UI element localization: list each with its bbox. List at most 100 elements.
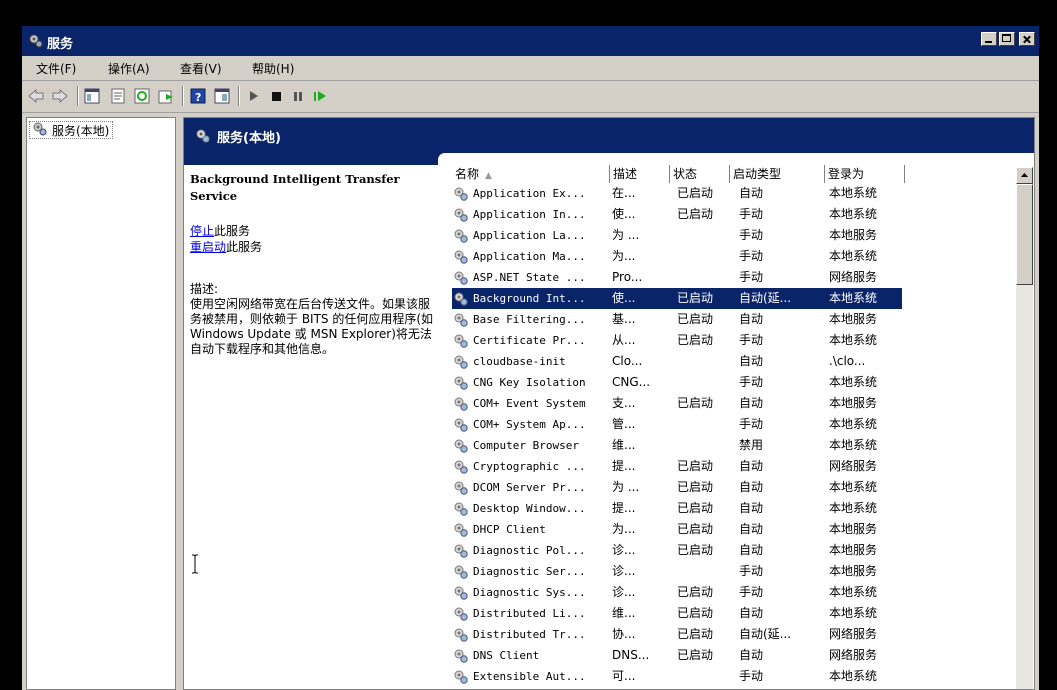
export-list-icon[interactable] [158,88,174,104]
scrollbar-thumb[interactable] [1016,184,1033,285]
service-startup-type: 手动 [739,207,764,221]
table-row[interactable]: Diagnostic Ser... 诊... 手动 本地服务 [452,561,902,582]
selected-service-title: Background Intelligent Transfer Service [190,172,400,203]
service-status: 已启动 [677,312,714,326]
service-description: CNG... [612,375,651,389]
column-header-status[interactable]: 状态 [670,165,730,183]
properties-icon[interactable] [110,88,126,104]
stop-service-icon[interactable] [268,88,284,104]
description-text: 使用空闲网络带宽在后台传送文件。如果该服务被禁用，则依赖于 BITS 的任何应用… [190,297,434,356]
column-header-logon-as[interactable]: 登录为 [825,165,905,183]
table-row[interactable]: DHCP Client 为... 已启动 自动 本地服务 [452,519,902,540]
service-logon-as: 本地系统 [829,501,878,515]
services-window: 服务 文件(F) 操作(A) 查看(V) 帮助(H) ? 服务(本地) 服务(本… [22,26,1039,690]
service-status: 已启动 [677,627,714,641]
table-row[interactable]: Diagnostic Sys... 诊... 已启动 手动 本地系统 [452,582,902,603]
vertical-scrollbar[interactable] [1016,167,1033,689]
stop-service-link[interactable]: 停止 [190,224,214,238]
close-button[interactable] [1019,32,1035,46]
refresh-icon[interactable] [134,88,150,104]
table-row[interactable]: Computer Browser 维... 禁用 本地系统 [452,435,902,456]
table-row[interactable]: Desktop Window... 提... 已启动 自动 本地系统 [452,498,902,519]
back-arrow-icon[interactable] [28,88,44,104]
menu-action[interactable]: 操作(A) [108,60,150,77]
restart-service-link[interactable]: 重启动 [190,240,226,254]
table-row[interactable]: Application In... 使... 已启动 手动 本地系统 [452,204,902,225]
service-name: Diagnostic Sys... [473,586,586,599]
service-gear-icon [453,438,469,454]
services-list: 名称 ▲ 描述 状态 启动类型 登录为 Application Ex... 在...… [452,165,1032,689]
service-status: 已启动 [677,291,714,305]
service-status: 已启动 [677,648,714,662]
column-header-description[interactable]: 描述 [610,165,670,183]
table-row[interactable]: CNG Key Isolation CNG... 手动 本地系统 [452,372,902,393]
service-gear-icon [453,627,469,643]
show-hide-tree-icon[interactable] [84,88,100,104]
service-startup-type: 手动 [739,249,764,263]
service-gear-icon [453,669,469,685]
service-startup-type: 手动 [739,333,764,347]
table-row[interactable]: cloudbase-init Clo... 自动 .\clo... [452,351,902,372]
title-bar[interactable]: 服务 [22,26,1039,56]
list-header: 名称 ▲ 描述 状态 启动类型 登录为 [452,165,1022,183]
table-row[interactable]: COM+ Event System 支... 已启动 自动 本地服务 [452,393,902,414]
service-startup-type: 自动 [739,396,764,410]
start-service-icon[interactable] [246,88,262,104]
forward-arrow-icon[interactable] [52,88,68,104]
service-logon-as: 网络服务 [829,270,878,284]
service-status: 已启动 [677,207,714,221]
service-startup-type: 自动(延... [739,627,792,641]
service-name: DNS Client [473,649,540,662]
service-name: Cryptographic ... [473,460,586,473]
menu-view[interactable]: 查看(V) [180,60,222,77]
service-status: 已启动 [677,333,714,347]
table-row[interactable]: Base Filtering... 基... 已启动 自动 本地服务 [452,309,902,330]
table-row[interactable]: ASP.NET State ... Pro... 手动 网络服务 [452,267,902,288]
table-row[interactable]: Background Int... 使... 已启动 自动(延... 本地系统 [452,288,902,309]
table-row[interactable]: DNS Client DNS... 已启动 自动 网络服务 [452,645,902,666]
table-row[interactable]: Application Ma... 为... 手动 本地系统 [452,246,902,267]
service-name: DHCP Client [473,523,546,536]
table-row[interactable]: Extensible Aut... 可... 手动 本地系统 [452,666,902,687]
service-gear-icon [453,354,469,370]
text-cursor-icon [192,554,198,574]
tree-item-services-local[interactable]: 服务(本地) [29,121,114,140]
table-row[interactable]: COM+ System Ap... 管... 手动 本地系统 [452,414,902,435]
services-gear-icon [32,121,48,140]
service-name: Application In... [473,208,586,221]
service-description: 在... [612,186,636,200]
view-icon[interactable] [214,88,230,104]
service-description: 维... [612,438,636,452]
service-description: 从... [612,333,636,347]
column-header-startup-type[interactable]: 启动类型 [730,165,825,183]
service-startup-type: 自动 [739,648,764,662]
service-gear-icon [453,270,469,286]
service-description: 为 ... [612,480,640,494]
help-icon[interactable]: ? [190,88,206,104]
resume-service-icon[interactable] [312,88,328,104]
menu-file[interactable]: 文件(F) [36,60,76,77]
table-row[interactable]: Cryptographic ... 提... 已启动 自动 网络服务 [452,456,902,477]
table-row[interactable]: Application La... 为 ... 手动 本地服务 [452,225,902,246]
maximize-button[interactable] [999,32,1015,46]
service-name: Desktop Window... [473,502,586,515]
service-gear-icon [453,543,469,559]
table-row[interactable]: DCOM Server Pr... 为 ... 已启动 自动 本地系统 [452,477,902,498]
table-row[interactable]: Distributed Li... 维... 已启动 自动 本地系统 [452,603,902,624]
column-header-name[interactable]: 名称 ▲ [452,165,610,183]
service-gear-icon [453,375,469,391]
menu-help[interactable]: 帮助(H) [252,60,294,77]
service-status: 已启动 [677,480,714,494]
service-logon-as: 网络服务 [829,648,878,662]
minimize-button[interactable] [981,32,997,46]
service-startup-type: 自动 [739,543,764,557]
table-row[interactable]: Application Ex... 在... 已启动 自动 本地系统 [452,183,902,204]
table-row[interactable]: Diagnostic Pol... 诊... 已启动 自动 本地服务 [452,540,902,561]
scroll-up-button[interactable] [1016,167,1033,184]
service-logon-as: 本地系统 [829,480,878,494]
table-row[interactable]: Certificate Pr... 从... 已启动 手动 本地系统 [452,330,902,351]
pause-service-icon[interactable] [290,88,306,104]
description-label: 描述: [190,282,219,296]
table-row[interactable]: Distributed Tr... 协... 已启动 自动(延... 网络服务 [452,624,902,645]
service-startup-type: 自动 [739,522,764,536]
